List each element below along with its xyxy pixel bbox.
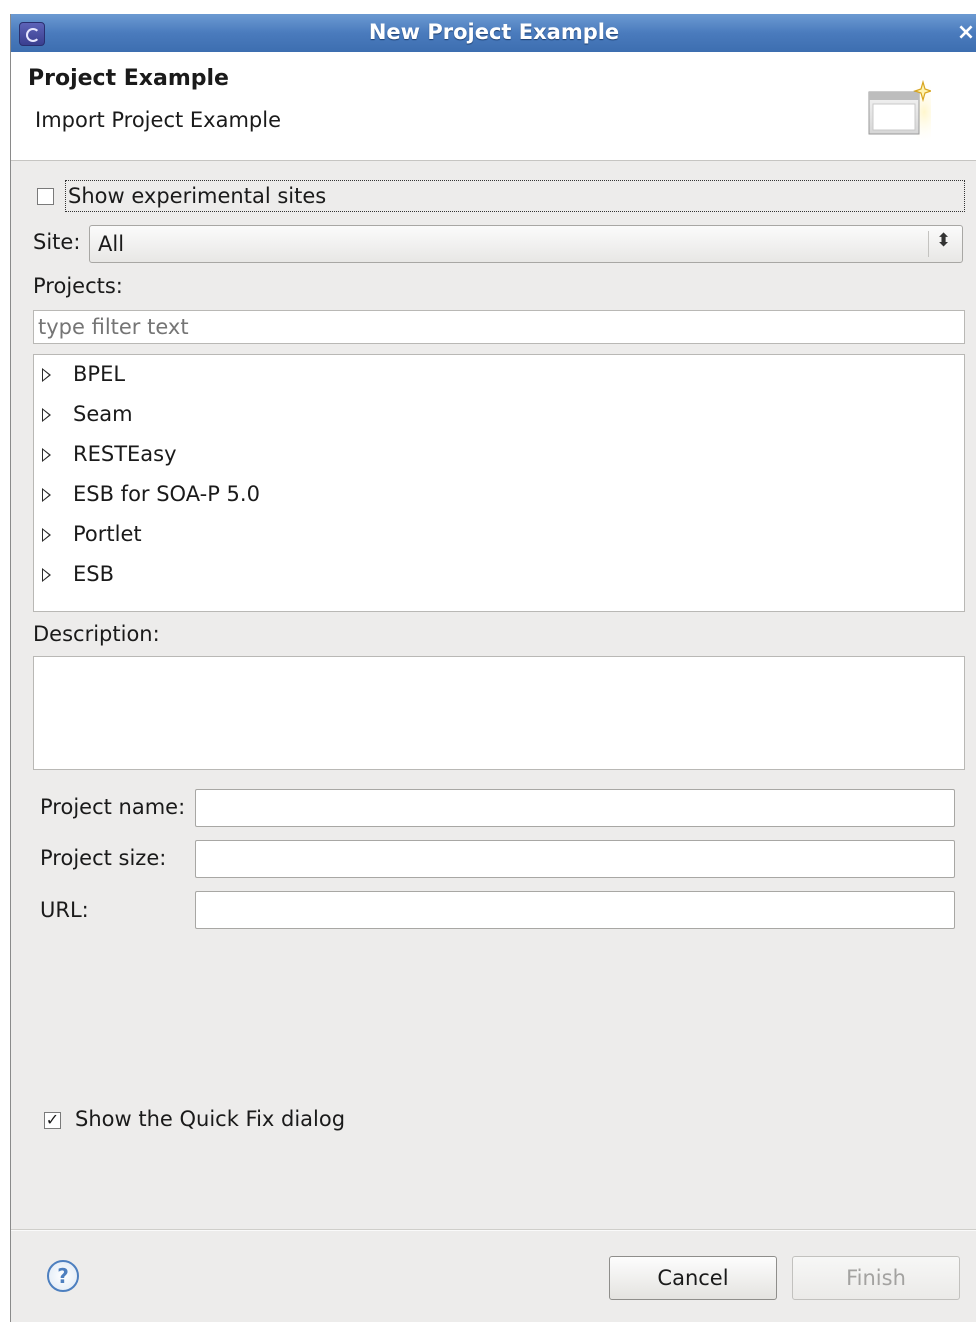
tree-item-label: RESTEasy (73, 442, 177, 466)
tree-item[interactable]: ESB (34, 559, 964, 595)
description-text-area[interactable] (33, 656, 965, 770)
help-icon[interactable]: ? (47, 1260, 79, 1292)
page-subtitle: Import Project Example (35, 108, 282, 132)
expand-arrow-icon[interactable] (42, 488, 51, 502)
projects-tree[interactable]: BPEL Seam RESTEasy ESB for SOA-P 5.0 Por… (33, 354, 965, 612)
cancel-button[interactable]: Cancel (609, 1256, 777, 1300)
project-filter-input[interactable] (33, 310, 965, 344)
project-name-field[interactable] (195, 789, 955, 827)
show-experimental-checkbox[interactable] (37, 188, 54, 205)
tree-item[interactable]: Portlet (34, 519, 964, 555)
page-title: Project Example (28, 66, 229, 91)
url-label: URL: (40, 898, 89, 922)
new-wizard-icon (868, 80, 931, 140)
tree-item-label: ESB (73, 562, 115, 586)
show-experimental-label[interactable]: Show experimental sites (65, 180, 965, 212)
url-field[interactable] (195, 891, 955, 929)
project-name-label: Project name: (40, 795, 186, 819)
quick-fix-checkbox[interactable]: ✓ (44, 1112, 61, 1129)
chevron-updown-icon: ⬍ (936, 230, 952, 251)
show-experimental-row[interactable]: Show experimental sites (25, 180, 965, 212)
quick-fix-label[interactable]: Show the Quick Fix dialog (75, 1107, 345, 1131)
finish-button[interactable]: Finish (792, 1256, 960, 1300)
site-combo[interactable]: All ⬍ (89, 225, 963, 263)
expand-arrow-icon[interactable] (42, 528, 51, 542)
close-button[interactable]: × (955, 20, 976, 46)
site-combo-value: All (98, 232, 125, 256)
projects-label: Projects: (33, 274, 123, 298)
site-label: Site: (33, 230, 81, 254)
tree-item-label: Seam (73, 402, 133, 426)
tree-item-label: ESB for SOA-P 5.0 (73, 482, 260, 506)
tree-item-label: BPEL (73, 362, 126, 386)
project-size-field[interactable] (195, 840, 955, 878)
combo-divider (928, 231, 929, 257)
title-bar[interactable]: New Project Example × (11, 14, 976, 53)
expand-arrow-icon[interactable] (42, 448, 51, 462)
tree-item-label: Portlet (73, 522, 142, 546)
tree-item[interactable]: Seam (34, 399, 964, 435)
footer-separator (11, 1229, 976, 1231)
tree-item[interactable]: ESB for SOA-P 5.0 (34, 479, 964, 515)
expand-arrow-icon[interactable] (42, 568, 51, 582)
expand-arrow-icon[interactable] (42, 368, 51, 382)
project-size-label: Project size: (40, 846, 167, 870)
dialog-window: New Project Example × Project Example Im… (10, 14, 976, 1322)
expand-arrow-icon[interactable] (42, 408, 51, 422)
window-title: New Project Example (368, 20, 620, 44)
wizard-header: Project Example Import Project Example (11, 52, 976, 161)
tree-item[interactable]: BPEL (34, 359, 964, 395)
description-label: Description: (33, 622, 160, 646)
tree-item[interactable]: RESTEasy (34, 439, 964, 475)
